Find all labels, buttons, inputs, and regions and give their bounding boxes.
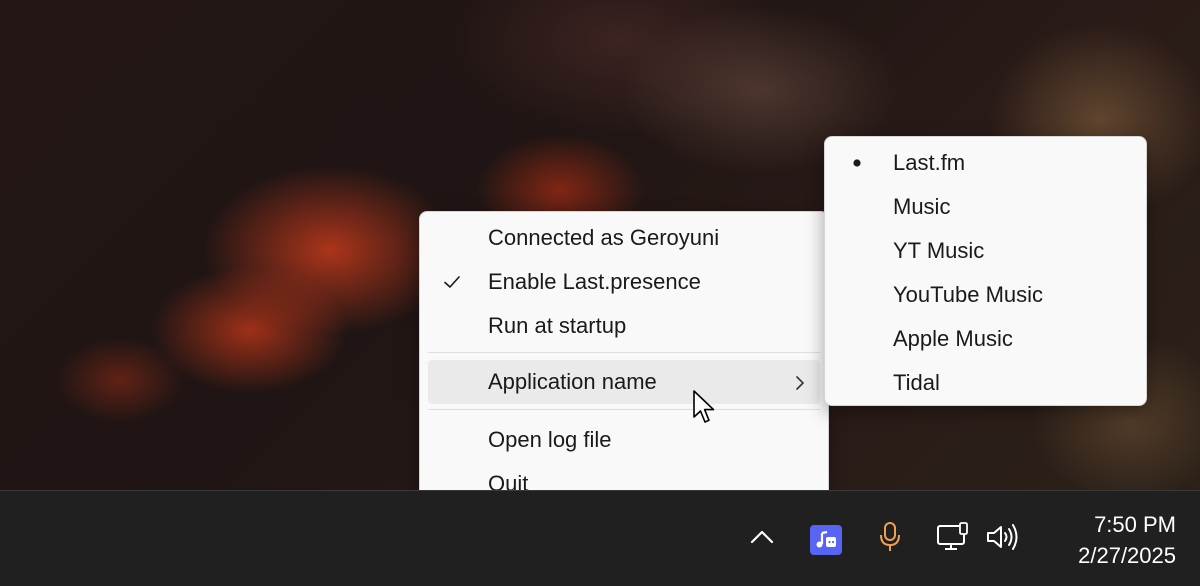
submenu-item-label: Last.fm <box>893 150 966 175</box>
tray-context-menu: Connected as Geroyuni Enable Last.presen… <box>419 211 829 507</box>
speaker-icon <box>985 522 1021 557</box>
submenu-item-yt-music[interactable]: YT Music <box>833 231 1138 271</box>
clock-date: 2/27/2025 <box>1078 543 1176 568</box>
menu-item-run-at-startup[interactable]: Run at startup <box>428 306 820 346</box>
menu-item-label: Enable Last.presence <box>488 269 701 294</box>
menu-item-label: Run at startup <box>488 313 627 338</box>
taskbar: 7:50 PM 2/27/2025 <box>0 490 1200 586</box>
chevron-right-icon <box>792 372 808 398</box>
menu-item-label: Connected as Geroyuni <box>488 225 720 250</box>
submenu-item-music[interactable]: Music <box>833 187 1138 227</box>
menu-item-label: Application name <box>488 369 657 394</box>
menu-item-open-log-file[interactable]: Open log file <box>428 420 820 460</box>
submenu-item-label: Music <box>893 194 951 219</box>
microphone-tray-button[interactable] <box>872 521 908 557</box>
clock-time: 7:50 PM <box>1094 512 1176 537</box>
lastpresence-app-icon <box>810 525 842 555</box>
menu-item-enable-presence[interactable]: Enable Last.presence <box>428 262 820 302</box>
show-hidden-icons-button[interactable] <box>744 521 780 557</box>
bullet-icon <box>847 153 867 173</box>
menu-item-application-name[interactable]: Application name <box>428 360 820 404</box>
volume-tray-button[interactable] <box>983 521 1023 557</box>
submenu-item-youtube-music[interactable]: YouTube Music <box>833 275 1138 315</box>
mouse-cursor-icon <box>692 389 718 425</box>
menu-separator <box>428 352 820 353</box>
submenu-item-label: Apple Music <box>893 326 1013 351</box>
lastpresence-tray-button[interactable] <box>808 523 844 557</box>
application-name-submenu: Last.fm Music YT Music YouTube Music App… <box>824 136 1147 406</box>
microphone-icon <box>878 521 902 558</box>
submenu-item-apple-music[interactable]: Apple Music <box>833 319 1138 359</box>
chevron-up-icon <box>749 528 775 551</box>
checkmark-icon <box>442 272 462 292</box>
submenu-item-tidal[interactable]: Tidal <box>833 363 1138 403</box>
submenu-item-label: YouTube Music <box>893 282 1044 307</box>
network-tray-button[interactable] <box>935 521 971 557</box>
network-icon <box>936 521 970 558</box>
submenu-item-lastfm[interactable]: Last.fm <box>833 143 1138 183</box>
submenu-item-label: Tidal <box>893 370 940 395</box>
menu-separator <box>428 409 820 410</box>
menu-item-connected-as[interactable]: Connected as Geroyuni <box>428 218 820 258</box>
submenu-item-label: YT Music <box>893 238 985 263</box>
menu-item-label: Open log file <box>488 427 612 452</box>
taskbar-clock[interactable]: 7:50 PM 2/27/2025 <box>1040 509 1176 569</box>
